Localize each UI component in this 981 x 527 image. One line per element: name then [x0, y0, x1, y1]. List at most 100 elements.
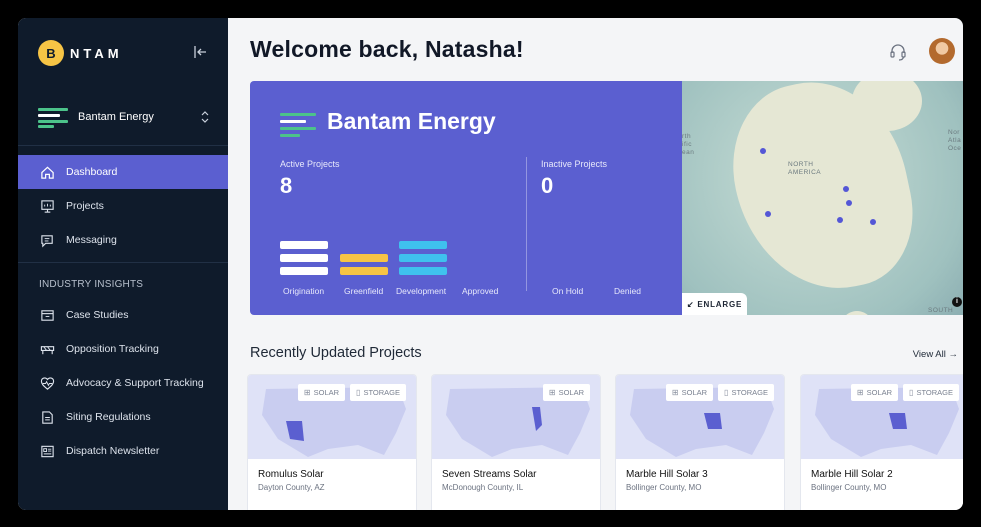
inactive-projects-count: 0 — [541, 173, 554, 198]
recent-projects-list: ⊞ SOLAR ▯ STORAGE Romulus Solar Dayton Cou… — [247, 374, 963, 510]
greenfield-stack[interactable] — [340, 254, 388, 277]
nav-item-label: Dispatch Newsletter — [66, 445, 160, 457]
project-location: McDonough County, IL — [442, 483, 524, 492]
nav-item-dashboard[interactable]: Dashboard — [18, 155, 228, 189]
portfolio-stats: Bantam Energy Active Projects 8 Inactive… — [250, 81, 682, 315]
document-icon — [39, 409, 55, 425]
sidebar: B NTAM Bantam Energy Dashboard Projects … — [18, 18, 228, 510]
project-card[interactable]: ⊞ SOLAR ▯ STORAGE Romulus Solar Dayton Cou… — [247, 374, 417, 510]
nav-item-label: Opposition Tracking — [66, 343, 159, 355]
nav-item-opposition-tracking[interactable]: Opposition Tracking — [18, 332, 228, 366]
solar-panel-icon: ⊞ — [548, 388, 556, 397]
info-icon[interactable]: i — [952, 297, 962, 307]
solar-tag: ⊞ SOLAR — [542, 384, 590, 401]
battery-icon: ▯ — [724, 388, 729, 397]
stats-divider — [526, 157, 527, 291]
south-america-label: SOUTH — [928, 307, 954, 314]
south-america-landmass — [837, 311, 877, 315]
nav-divider — [18, 262, 228, 263]
presentation-board-icon — [39, 198, 55, 214]
storage-tag: ▯ STORAGE — [350, 384, 406, 401]
nav-item-label: Messaging — [66, 234, 117, 246]
home-icon — [39, 164, 55, 180]
nav-item-projects[interactable]: Projects — [18, 189, 228, 223]
project-location: Bollinger County, MO — [811, 483, 887, 492]
org-name: Bantam Energy — [78, 110, 154, 123]
solar-tag: ⊞ SOLAR — [297, 384, 346, 401]
stage-label-denied: Denied — [614, 286, 641, 296]
project-marker[interactable] — [846, 200, 852, 206]
project-name: Marble Hill Solar 2 — [811, 469, 893, 480]
nav-item-label: Siting Regulations — [66, 411, 151, 423]
nav-item-label: Advocacy & Support Tracking — [66, 377, 204, 389]
solar-tag: ⊞ SOLAR — [665, 384, 714, 401]
stage-label-on-hold: On Hold — [552, 286, 584, 296]
avatar[interactable] — [929, 38, 955, 64]
enlarge-map-button[interactable]: ↙ ENLARGE — [682, 293, 747, 315]
project-marker[interactable] — [765, 211, 771, 217]
project-marker[interactable] — [870, 219, 876, 225]
projects-globe-map[interactable]: rth ific ean NORTH AMERICA Nor Atla Oce … — [682, 81, 963, 315]
org-logo-icon — [38, 107, 68, 128]
project-name: Seven Streams Solar — [442, 469, 537, 480]
solar-panel-icon: ⊞ — [856, 388, 864, 397]
project-tags: ⊞ SOLAR ▯ STORAGE — [850, 384, 959, 401]
region-label: NORTH AMERICA — [788, 161, 822, 176]
project-card[interactable]: ⊞ SOLAR ▯ STORAGE Marble Hill Solar 2 Boll… — [800, 374, 963, 510]
project-marker[interactable] — [843, 186, 849, 192]
solar-panel-icon: ⊞ — [671, 388, 679, 397]
atlantic-ocean-label: Nor Atla Oce — [948, 129, 962, 152]
active-projects-label: Active Projects — [280, 159, 340, 169]
battery-icon: ▯ — [909, 388, 914, 397]
brand[interactable]: B NTAM — [18, 18, 228, 88]
nav-item-case-studies[interactable]: Case Studies — [18, 298, 228, 332]
headset-icon[interactable] — [888, 42, 908, 62]
section-title: Recently Updated Projects — [250, 345, 422, 361]
collapse-sidebar-icon[interactable] — [192, 44, 208, 60]
project-tags: ⊞ SOLAR ▯ STORAGE — [297, 384, 406, 401]
org-switcher[interactable]: Bantam Energy — [18, 88, 228, 146]
barrier-icon — [39, 341, 55, 357]
main-content: Welcome back, Natasha! Bantam Energy Act… — [228, 18, 963, 510]
brand-logo: B — [38, 40, 64, 66]
nav-section-heading: INDUSTRY INSIGHTS — [39, 279, 144, 290]
project-card[interactable]: ⊞ SOLAR ▯ STORAGE Marble Hill Solar 3 Boll… — [615, 374, 785, 510]
org-title: Bantam Energy — [327, 108, 496, 134]
portfolio-summary-card: Bantam Energy Active Projects 8 Inactive… — [250, 81, 963, 315]
storage-tag: ▯ STORAGE — [903, 384, 959, 401]
origination-stack[interactable] — [280, 241, 328, 277]
project-card[interactable]: ⊞ SOLAR Seven Streams Solar McDonough Cou… — [431, 374, 601, 510]
nav-item-messaging[interactable]: Messaging — [18, 223, 228, 257]
solar-tag: ⊞ SOLAR — [850, 384, 899, 401]
nav-item-label: Case Studies — [66, 309, 129, 321]
stage-label-greenfield: Greenfield — [344, 286, 384, 296]
brand-name: NTAM — [70, 45, 123, 61]
nav-item-advocacy-support[interactable]: Advocacy & Support Tracking — [18, 366, 228, 400]
chevron-up-down-icon[interactable] — [200, 110, 210, 124]
chat-icon — [39, 232, 55, 248]
solar-panel-icon: ⊞ — [303, 388, 311, 397]
heart-pulse-icon — [39, 375, 55, 391]
app-screen: B NTAM Bantam Energy Dashboard Projects … — [18, 18, 963, 510]
nav-item-label: Dashboard — [66, 166, 118, 178]
inactive-projects-label: Inactive Projects — [541, 159, 608, 169]
project-marker[interactable] — [837, 217, 843, 223]
development-stack[interactable] — [399, 241, 447, 277]
nav-item-siting-regulations[interactable]: Siting Regulations — [18, 400, 228, 434]
stage-label-origination: Origination — [283, 286, 325, 296]
battery-icon: ▯ — [356, 388, 361, 397]
page-title: Welcome back, Natasha! — [250, 36, 524, 62]
nav-item-dispatch-newsletter[interactable]: Dispatch Newsletter — [18, 434, 228, 468]
stage-label-approved: Approved — [462, 286, 499, 296]
project-tags: ⊞ SOLAR ▯ STORAGE — [665, 384, 774, 401]
stage-label-development: Development — [396, 286, 447, 296]
folder-icon — [39, 307, 55, 323]
active-projects-count: 8 — [280, 173, 293, 198]
device-frame: B NTAM Bantam Energy Dashboard Projects … — [6, 6, 975, 521]
view-all-link[interactable]: View All → — [913, 349, 958, 360]
project-tags: ⊞ SOLAR — [542, 384, 590, 401]
nav-item-label: Projects — [66, 200, 104, 212]
project-marker[interactable] — [760, 148, 766, 154]
newsletter-icon — [39, 443, 55, 459]
pacific-ocean-label: rth ific ean — [682, 133, 695, 156]
